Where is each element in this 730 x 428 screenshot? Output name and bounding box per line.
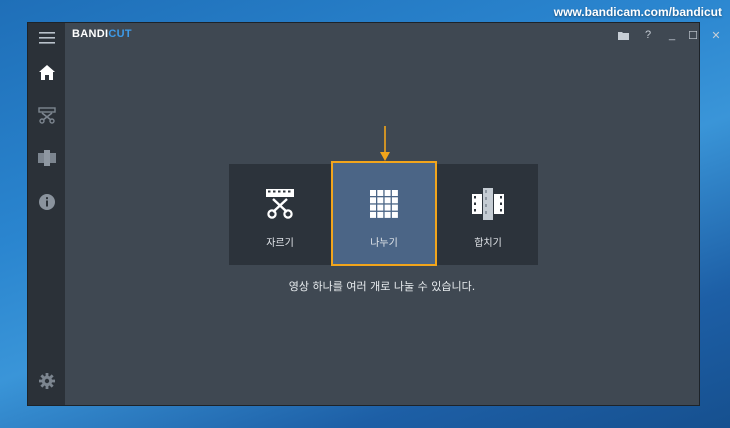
- sidebar-item-settings[interactable]: [28, 366, 65, 396]
- hamburger-icon: [38, 32, 55, 44]
- help-button[interactable]: ?: [639, 26, 657, 44]
- mode-split-label: 나누기: [370, 238, 398, 249]
- sidebar-item-cut[interactable]: [28, 100, 65, 130]
- grid-icon: [370, 190, 398, 218]
- home-icon: [38, 64, 55, 80]
- selection-arrow-icon: [380, 126, 390, 161]
- minimize-button[interactable]: _: [663, 26, 681, 44]
- watermark-url: www.bandicam.com/bandicut: [553, 5, 722, 19]
- open-folder-button[interactable]: [614, 26, 632, 44]
- film-join-icon: [472, 188, 504, 220]
- mode-join-button[interactable]: 합치기: [437, 164, 539, 265]
- sidebar: [28, 23, 65, 405]
- folder-icon: [617, 31, 629, 40]
- gear-icon: [38, 373, 55, 389]
- titlebar: BANDICUT ? _ ☐ ✕: [65, 23, 721, 47]
- join-icon: [37, 150, 56, 166]
- mode-join-label: 합치기: [474, 238, 502, 249]
- mode-split-button[interactable]: 나누기: [331, 161, 437, 266]
- app-window: BANDICUT ? _ ☐ ✕ 자르기 나누기 합치기 영상 하나를 여러 개…: [27, 22, 721, 406]
- info-icon: [38, 194, 55, 210]
- mode-panel: 자르기 나누기 합치기: [229, 161, 539, 266]
- mode-trim-label: 자르기: [266, 238, 294, 249]
- cut-icon: [37, 106, 56, 124]
- close-button[interactable]: ✕: [707, 26, 725, 44]
- app-logo: BANDICUT: [72, 28, 132, 40]
- mode-description: 영상 하나를 여러 개로 나눌 수 있습니다.: [288, 280, 476, 293]
- sidebar-item-home[interactable]: [28, 57, 65, 87]
- maximize-button[interactable]: ☐: [684, 26, 702, 44]
- mode-trim-button[interactable]: 자르기: [229, 164, 331, 265]
- menu-button[interactable]: [28, 23, 65, 53]
- sidebar-item-info[interactable]: [28, 187, 65, 217]
- film-scissors-icon: [266, 189, 294, 219]
- sidebar-item-join[interactable]: [28, 143, 65, 173]
